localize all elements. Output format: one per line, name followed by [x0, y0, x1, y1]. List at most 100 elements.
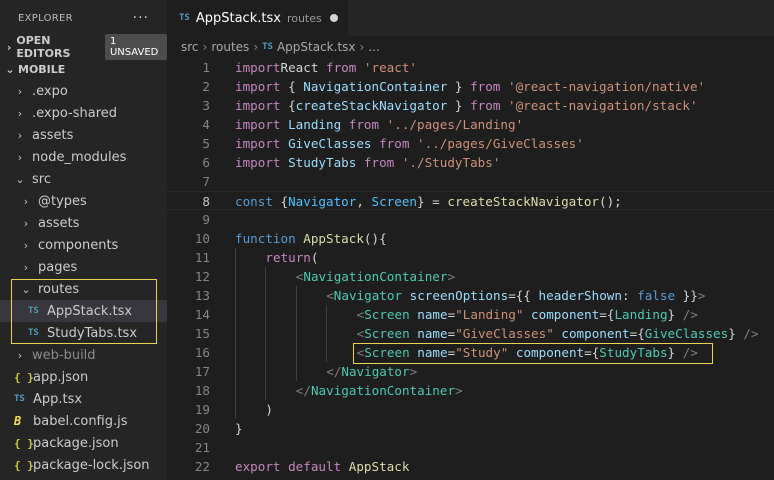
breadcrumb-item-routes[interactable]: routes	[211, 40, 249, 54]
breadcrumb-item-more[interactable]: ...	[368, 40, 379, 54]
indent-guide	[265, 305, 267, 324]
code-line[interactable]: 7	[167, 172, 774, 191]
unsaved-badge: 1 UNSAVED	[104, 34, 167, 60]
code-token: )	[265, 402, 273, 417]
code-token: Screen	[364, 307, 410, 322]
code-line[interactable]: 3 import {createStackNavigator } from '@r…	[167, 96, 774, 115]
tree-file[interactable]: TS App.tsx	[0, 388, 167, 410]
code-line[interactable]: 19)	[167, 400, 774, 419]
code-text: </NavigationContainer>	[296, 381, 463, 400]
code-line[interactable]: 2 import { NavigationContainer } from '@r…	[167, 77, 774, 96]
chevron-right-icon: ›	[17, 150, 23, 164]
code-line[interactable]: 1 importReact from 'react'	[167, 58, 774, 77]
code-line[interactable]: 22 export default AppStack	[167, 457, 774, 476]
tree-folder[interactable]: › @types	[0, 190, 167, 212]
line-number: 6	[202, 155, 210, 170]
indent-guide	[295, 286, 297, 305]
code-line[interactable]: 20}	[167, 419, 774, 438]
code-line[interactable]: 4 import Landing from '../pages/Landing'	[167, 115, 774, 134]
code-line[interactable]: 5 import GiveClasses from '../pages/GiveC…	[167, 134, 774, 153]
code-token: (){	[363, 231, 387, 246]
tree-item-label: assets	[38, 215, 80, 231]
tab-bar: TS AppStack.tsx routes	[167, 0, 774, 36]
tree-folder[interactable]: ⌄ routes	[0, 278, 167, 300]
tree-folder[interactable]: › .expo	[0, 80, 167, 102]
code-token: createStackNavigator	[447, 194, 600, 209]
tree-item-label: @types	[38, 193, 87, 209]
code-line[interactable]: 21	[167, 438, 774, 457]
tree-folder[interactable]: ⌄ src	[0, 168, 167, 190]
code-token: ={{	[508, 288, 539, 303]
tree-file[interactable]: { } app.json	[0, 366, 167, 388]
breadcrumb-item-src[interactable]: src	[181, 40, 199, 54]
tree-folder[interactable]: › pages	[0, 256, 167, 278]
typescript-icon: TS	[14, 394, 25, 404]
code-token: }}	[675, 288, 698, 303]
code-line[interactable]: 17 </Navigator>	[167, 362, 774, 381]
code-token: </	[326, 364, 342, 379]
code-token: default	[280, 459, 342, 474]
code-text: import { NavigationContainer } from '@re…	[235, 77, 705, 96]
code-text: <Screen name="Landing" component={Landin…	[357, 305, 698, 324]
code-line[interactable]: 13 <Navigator screenOptions={{ headerShow…	[167, 286, 774, 305]
tree-file[interactable]: TS AppStack.tsx	[0, 300, 167, 322]
code-token: 'react'	[356, 60, 418, 75]
code-token: "GiveClasses"	[455, 326, 554, 341]
tree-item-label: package.json	[33, 435, 119, 451]
code-token: '../pages/GiveClasses'	[409, 136, 584, 151]
tree-folder[interactable]: › assets	[0, 124, 167, 146]
code-token: Navigator	[288, 194, 357, 209]
code-line[interactable]: 14 <Screen name="Landing" component={Land…	[167, 305, 774, 324]
tree-folder[interactable]: › components	[0, 234, 167, 256]
workspace-section[interactable]: ⌄ MOBILE	[0, 58, 167, 80]
unsaved-dot-icon[interactable]	[329, 14, 338, 22]
code-line[interactable]: 11 return(	[167, 248, 774, 267]
indent-guide	[265, 381, 267, 400]
chevron-right-icon: ›	[17, 348, 23, 362]
code-text: <Screen name="Study" component={StudyTab…	[357, 343, 698, 362]
line-number: 17	[194, 364, 210, 379]
code-line[interactable]: 18 </NavigationContainer>	[167, 381, 774, 400]
tab-appstack[interactable]: TS AppStack.tsx routes	[167, 0, 348, 36]
line-number: 1	[202, 60, 210, 75]
chevron-right-icon: ›	[202, 40, 208, 54]
indent-guide	[235, 400, 236, 419]
open-editors-section[interactable]: › OPEN EDITORS 1 UNSAVED	[0, 34, 167, 60]
tree-item-label: src	[32, 171, 51, 187]
code-text: <NavigationContainer>	[296, 267, 455, 286]
tree-folder[interactable]: › node_modules	[0, 146, 167, 168]
more-actions-icon[interactable]: ···	[133, 10, 149, 26]
code-line[interactable]: 6 import StudyTabs from './StudyTabs'	[167, 153, 774, 172]
code-token: import	[235, 60, 281, 75]
code-token: >	[409, 364, 418, 379]
tree-file[interactable]: TS StudyTabs.tsx	[0, 322, 167, 344]
code-token: >	[455, 383, 463, 398]
code-token: component	[508, 345, 585, 360]
tree-file[interactable]: Bbabel.config.js	[0, 410, 167, 432]
code-token: }	[728, 326, 744, 341]
code-token: <	[326, 288, 334, 303]
code-line[interactable]: 15 <Screen name="GiveClasses" component={…	[167, 324, 774, 343]
tree-folder[interactable]: › assets	[0, 212, 167, 234]
breadcrumb-item-file[interactable]: AppStack.tsx	[277, 40, 356, 54]
code-line[interactable]: 8 const {Navigator, Screen} = createStack…	[167, 191, 774, 210]
code-line[interactable]: 9	[167, 210, 774, 229]
tree-file[interactable]: { } package.json	[0, 432, 167, 454]
tree-folder[interactable]: › web-build	[0, 344, 167, 366]
chevron-right-icon: ›	[17, 84, 23, 98]
code-token: StudyTabs	[280, 155, 364, 170]
indent-guide	[326, 324, 328, 343]
tree-folder[interactable]: › .expo-shared	[0, 102, 167, 124]
code-line[interactable]: 10 function AppStack(){	[167, 229, 774, 248]
tree-item-label: babel.config.js	[33, 413, 128, 429]
code-line[interactable]: 16 <Screen name="Study" component={StudyT…	[167, 343, 774, 362]
code-token: ={	[629, 326, 645, 341]
code-line[interactable]: 12 <NavigationContainer>	[167, 267, 774, 286]
code-token: from	[379, 136, 410, 151]
line-number: 22	[194, 459, 210, 474]
code-token: GiveClasses	[280, 136, 380, 151]
code-text: import GiveClasses from '../pages/GiveCl…	[235, 134, 584, 153]
indent-guide	[295, 324, 297, 343]
json-icon: { }	[14, 458, 34, 472]
tree-file[interactable]: { } package-lock.json	[0, 454, 167, 476]
